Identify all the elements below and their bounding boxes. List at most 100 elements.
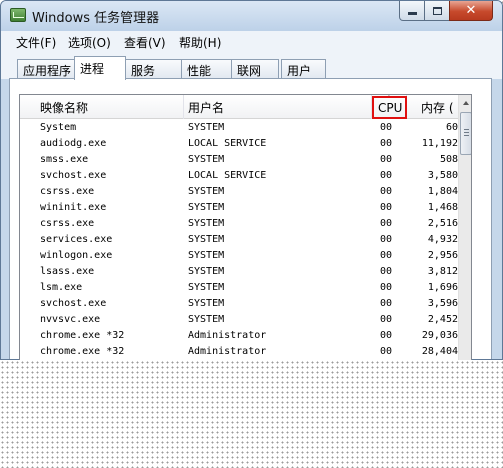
close-button[interactable]: ✕	[449, 1, 493, 21]
minimize-icon	[407, 12, 417, 15]
sort-ascending-icon: ^	[386, 95, 392, 103]
process-user: SYSTEM	[188, 282, 225, 293]
process-name: chrome.exe *32	[40, 330, 125, 341]
process-memory: 11,192	[421, 138, 458, 149]
menu-view[interactable]: 查看(V)	[124, 34, 166, 51]
tab-processes[interactable]: 进程	[74, 56, 126, 80]
scroll-thumb[interactable]	[460, 112, 471, 155]
process-memory: 508	[439, 154, 458, 165]
process-memory: 1,804	[427, 186, 458, 197]
close-icon: ✕	[465, 3, 477, 18]
process-cpu: 00	[380, 330, 393, 341]
process-memory: 2,956	[427, 250, 458, 261]
table-row[interactable]: lsass.exe SYSTEM 00 3,812	[20, 264, 458, 280]
table-row[interactable]: svchost.exe SYSTEM 00 3,596	[20, 296, 458, 312]
process-user: SYSTEM	[188, 298, 225, 309]
process-user: SYSTEM	[188, 218, 225, 229]
process-cpu: 00	[380, 266, 393, 277]
grip-icon	[464, 132, 469, 133]
table-row[interactable]: csrss.exe SYSTEM 00 1,804	[20, 184, 458, 200]
process-user: SYSTEM	[188, 266, 225, 277]
process-name: audiodg.exe	[40, 138, 107, 149]
process-name: System	[40, 122, 77, 133]
process-cpu: 00	[380, 250, 393, 261]
process-memory: 1,696	[427, 282, 458, 293]
table-row[interactable]: services.exe SYSTEM 00 4,932	[20, 232, 458, 248]
scroll-up-button[interactable]	[459, 95, 471, 111]
table-row[interactable]: System SYSTEM 00 60	[20, 120, 458, 136]
table-row[interactable]: chrome.exe *32 Administrator 00 29,036	[20, 328, 458, 344]
maximize-button[interactable]	[424, 1, 450, 21]
process-memory: 3,812	[427, 266, 458, 277]
process-name: winlogon.exe	[40, 250, 113, 261]
table-row[interactable]: smss.exe SYSTEM 00 508	[20, 152, 458, 168]
menu-help[interactable]: 帮助(H)	[179, 34, 221, 51]
process-cpu: 00	[380, 186, 393, 197]
process-name: svchost.exe	[40, 170, 107, 181]
tab-performance[interactable]: 性能	[181, 59, 232, 79]
minimize-button[interactable]	[399, 1, 425, 21]
process-user: SYSTEM	[188, 122, 225, 133]
process-name: svchost.exe	[40, 298, 107, 309]
process-user: Administrator	[188, 346, 267, 357]
table-row[interactable]: lsm.exe SYSTEM 00 1,696	[20, 280, 458, 296]
table-row[interactable]: wininit.exe SYSTEM 00 1,468	[20, 200, 458, 216]
process-name: services.exe	[40, 234, 113, 245]
process-cpu: 00	[380, 154, 393, 165]
column-header-row: 映像名称 用户名 CPU 内存 ( ^	[20, 95, 458, 119]
process-memory: 29,036	[421, 330, 458, 341]
menu-file[interactable]: 文件(F)	[16, 34, 56, 51]
process-user: SYSTEM	[188, 234, 225, 245]
table-row[interactable]: winlogon.exe SYSTEM 00 2,956	[20, 248, 458, 264]
process-memory: 2,516	[427, 218, 458, 229]
vertical-scrollbar[interactable]	[458, 95, 471, 360]
process-cpu: 00	[380, 234, 393, 245]
menu-bar: 文件(F) 选项(O) 查看(V) 帮助(H)	[1, 31, 502, 53]
process-user: SYSTEM	[188, 154, 225, 165]
table-row[interactable]: nvvsvc.exe SYSTEM 00 2,452	[20, 312, 458, 328]
process-memory: 3,580	[427, 170, 458, 181]
process-cpu: 00	[380, 298, 393, 309]
process-name: smss.exe	[40, 154, 89, 165]
process-cpu: 00	[380, 202, 393, 213]
process-user: SYSTEM	[188, 250, 225, 261]
process-memory: 4,932	[427, 234, 458, 245]
process-user: SYSTEM	[188, 186, 225, 197]
process-memory: 28,404	[421, 346, 458, 357]
column-header-image-name[interactable]: 映像名称	[20, 95, 184, 119]
process-user: LOCAL SERVICE	[188, 170, 267, 181]
table-row[interactable]: audiodg.exe LOCAL SERVICE 00 11,192	[20, 136, 458, 152]
process-rows: System SYSTEM 00 60 audiodg.exe LOCAL SERVICE…	[20, 120, 458, 360]
grip-icon	[464, 129, 469, 130]
title-bar[interactable]: Windows 任务管理器 ✕	[1, 1, 502, 31]
tab-strip: 应用程序 进程 服务 性能 联网 用户	[1, 53, 502, 80]
table-row[interactable]: csrss.exe SYSTEM 00 2,516	[20, 216, 458, 232]
process-memory: 3,596	[427, 298, 458, 309]
process-user: SYSTEM	[188, 314, 225, 325]
tab-networking[interactable]: 联网	[231, 59, 279, 79]
column-header-user-name[interactable]: 用户名	[184, 95, 372, 119]
process-cpu: 00	[380, 314, 393, 325]
table-row[interactable]: chrome.exe *32 Administrator 00 28,404	[20, 344, 458, 360]
process-user: LOCAL SERVICE	[188, 138, 267, 149]
scroll-up-icon	[463, 101, 469, 105]
process-name: lsm.exe	[40, 282, 83, 293]
maximize-icon	[432, 6, 442, 15]
process-cpu: 00	[380, 218, 393, 229]
menu-options[interactable]: 选项(O)	[68, 34, 111, 51]
tab-users[interactable]: 用户	[281, 59, 326, 79]
process-list: 映像名称 用户名 CPU 内存 ( ^ System SYSTEM 00 60 audi…	[19, 94, 472, 360]
process-memory: 2,452	[427, 314, 458, 325]
tab-applications[interactable]: 应用程序	[17, 59, 75, 79]
grip-icon	[464, 135, 469, 136]
column-header-memory[interactable]: 内存 (	[407, 95, 458, 119]
tab-services[interactable]: 服务	[125, 59, 182, 79]
process-memory: 1,468	[427, 202, 458, 213]
window-title: Windows 任务管理器	[32, 11, 160, 26]
table-row[interactable]: svchost.exe LOCAL SERVICE 00 3,580	[20, 168, 458, 184]
process-name: csrss.exe	[40, 186, 95, 197]
process-name: chrome.exe *32	[40, 346, 125, 357]
process-cpu: 00	[380, 138, 393, 149]
process-name: wininit.exe	[40, 202, 107, 213]
process-memory: 60	[445, 122, 458, 133]
